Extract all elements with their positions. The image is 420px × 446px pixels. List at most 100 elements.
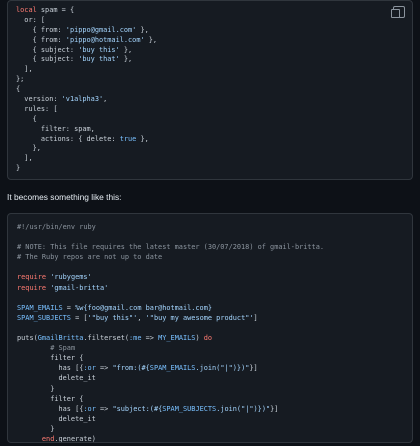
code-line: ], [16, 65, 412, 75]
code-line: } [17, 384, 412, 394]
code-token: }] [249, 364, 258, 373]
code-token: "subject:(#{ [112, 404, 163, 413]
code-token: 'buy that' [78, 55, 120, 64]
code-line: has [{:or => "from:(#{SPAM_EMAILS.join("… [17, 363, 412, 373]
code-line: require 'rubygems' [17, 272, 412, 282]
lua-config-code-block: local spam = { or: [ { from: 'pippo@gmai… [7, 0, 413, 180]
code-line: { [16, 85, 412, 95]
code-token: rules: [ [16, 104, 58, 113]
code-token: require [17, 283, 47, 292]
code-token: :or [83, 404, 96, 413]
code-line: { from: 'pippo@hotmail.com' }, [16, 36, 412, 46]
code-token: GmailBritta [37, 334, 84, 343]
code-token: delete_it [17, 414, 96, 423]
code-line: { subject: 'buy this' }, [16, 46, 412, 56]
code-line: actions: { delete: true }, [16, 135, 412, 145]
code-token: 'pippo@gmail.com' [65, 25, 137, 34]
code-line: # NOTE: This file requires the latest ma… [17, 242, 412, 252]
code-token: = [62, 303, 76, 312]
code-token: }, [136, 25, 149, 34]
code-token: :me [129, 334, 142, 343]
code-line: SPAM_SUBJECTS = ['"buy this"', '"buy my … [17, 313, 412, 323]
code-token: filter: spam, [16, 124, 95, 133]
code-line: puts(GmailBritta.filterset(:me => MY_EMA… [17, 333, 412, 343]
code-line: { from: 'pippo@gmail.com' }, [16, 26, 412, 36]
code-token: .join("|")})" [195, 364, 250, 373]
code-line: #!/usr/bin/env ruby [17, 222, 412, 232]
ruby-code-block: #!/usr/bin/env ruby # NOTE: This file req… [7, 213, 413, 443]
code-token: SPAM_SUBJECTS [17, 313, 71, 322]
code-line: # The Ruby repos are not up to date [17, 252, 412, 262]
code-token: # NOTE: This file requires the latest ma… [17, 243, 324, 252]
code-token: } [16, 164, 21, 173]
code-token: } [17, 424, 55, 433]
code-token: local [16, 6, 37, 14]
code-token: filter { [17, 354, 84, 363]
code-token: "from:(#{ [112, 364, 150, 373]
code-line: ], [16, 154, 412, 164]
code-token: ] [253, 313, 258, 322]
code-lines: #!/usr/bin/env ruby # NOTE: This file req… [17, 222, 412, 443]
code-token: { [16, 114, 37, 123]
code-token: }, [16, 144, 41, 153]
code-token: } [17, 384, 55, 393]
code-token: ], [16, 65, 33, 74]
code-token: 'gmail-britta' [50, 283, 109, 292]
code-token: MY_EMAILS [158, 334, 196, 343]
code-line: { [16, 115, 412, 125]
code-line: delete_it [17, 414, 412, 424]
code-token: do [203, 334, 213, 343]
code-line: filter: spam, [16, 125, 412, 135]
code-token: # The Ruby repos are not up to date [17, 253, 163, 262]
code-token: SPAM_SUBJECTS [162, 404, 217, 413]
code-token: '"buy my awesome product"' [145, 313, 254, 322]
code-token: => [141, 334, 159, 343]
code-line: or: [ [16, 16, 412, 26]
code-line: require 'gmail-britta' [17, 283, 412, 293]
code-token: => [95, 364, 113, 373]
code-line: local spam = { [16, 6, 412, 16]
code-line: } [17, 424, 412, 434]
code-line: end.generate) [17, 434, 412, 443]
code-token: { subject: [16, 45, 79, 54]
code-token: %w{foo@gmail.com bar@hotmail.com} [75, 303, 212, 312]
code-line: version: 'v1alpha3', [16, 95, 412, 105]
code-token: => [95, 404, 113, 413]
code-token: }, [119, 45, 133, 54]
code-token: puts( [17, 334, 38, 343]
code-token: ], [16, 154, 33, 163]
code-token: #!/usr/bin/env ruby [17, 223, 96, 231]
code-line: } [16, 164, 412, 174]
code-token: 'rubygems' [50, 273, 92, 282]
code-token: require [17, 273, 47, 282]
code-token: { from: [16, 35, 66, 44]
code-token: :or [83, 364, 96, 373]
code-token: true [119, 134, 137, 143]
code-token: }, [144, 35, 158, 44]
code-token: actions: { delete: [16, 134, 120, 143]
code-token: }, [119, 55, 133, 64]
copy-icon[interactable] [391, 6, 405, 18]
code-token: }; [16, 75, 25, 84]
code-line: SPAM_EMAILS = %w{foo@gmail.com bar@hotma… [17, 303, 412, 313]
code-lines: local spam = { or: [ { from: 'pippo@gmai… [16, 6, 412, 174]
code-line: }; [16, 75, 412, 85]
code-token: , [137, 313, 146, 322]
code-token: .generate) [54, 434, 96, 443]
code-line: has [{:or => "subject:(#{SPAM_SUBJECTS.j… [17, 404, 412, 414]
code-line: filter { [17, 353, 412, 363]
code-token: delete_it [17, 374, 96, 383]
code-token: filter { [17, 394, 84, 403]
code-line: }, [16, 144, 412, 154]
code-token: '"buy this"' [87, 313, 138, 322]
code-token: end [41, 434, 55, 443]
code-token: 'pippo@hotmail.com' [65, 35, 145, 44]
code-token: spam = { [36, 6, 75, 14]
code-token: SPAM_EMAILS [17, 303, 63, 312]
